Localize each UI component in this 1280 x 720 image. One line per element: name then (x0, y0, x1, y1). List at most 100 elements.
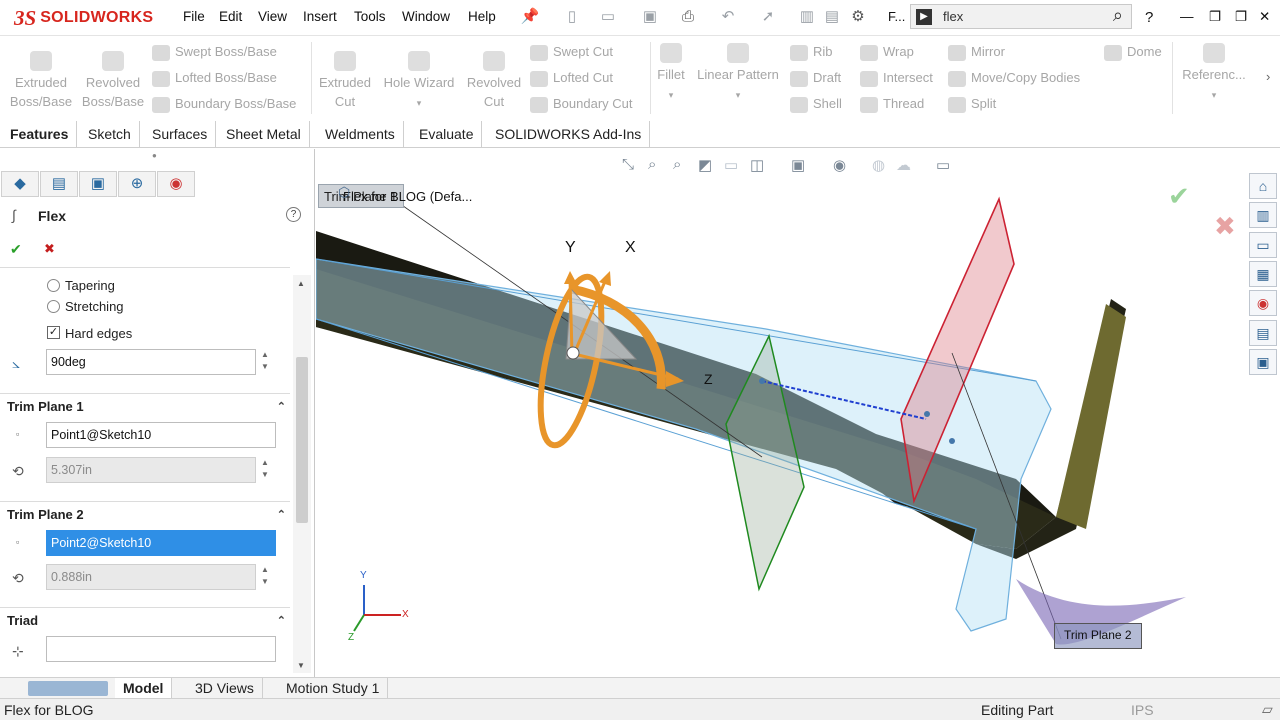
tab-motion-study-1[interactable]: Motion Study 1 (278, 678, 389, 699)
ok-button[interactable]: ✔ (10, 241, 22, 258)
tab-model[interactable]: Model (115, 678, 173, 699)
scrollbar-thumb[interactable] (296, 357, 308, 523)
fillet-dropdown-icon[interactable]: ▾ (669, 90, 674, 100)
panel-grip-icon[interactable]: ● (152, 151, 157, 160)
linear-pattern-dropdown-icon[interactable]: ▾ (736, 90, 741, 100)
zoom-to-area-icon[interactable]: ⌕ (648, 156, 656, 173)
new-document-icon[interactable]: ▯ (562, 8, 582, 26)
menu-file[interactable]: File (183, 9, 205, 24)
solidworks-logo[interactable]: 3S SOLIDWORKS (14, 5, 153, 31)
display-manager-tab-icon[interactable]: ◉ (157, 171, 195, 197)
bend-angle-spinner[interactable]: ▲ ▼ (258, 349, 272, 375)
search-icon[interactable]: ⌕ (1113, 5, 1123, 26)
appearances-icon[interactable]: ◉ (1249, 290, 1277, 316)
help-button[interactable]: ? (1145, 9, 1153, 26)
scroll-down-icon[interactable]: ▼ (297, 661, 305, 670)
restore-doc-button[interactable]: ❐ (1235, 9, 1247, 25)
dynamic-annotation-icon[interactable]: ▭ (724, 156, 738, 174)
ribbon-scroll-right-icon[interactable]: › (1266, 67, 1270, 86)
hard-edges-checkbox[interactable]: ✓ (47, 326, 60, 339)
trim-plane-2-entity-field[interactable]: Point2@Sketch10 (46, 530, 276, 556)
trim-plane-1-header[interactable]: Trim Plane 1 ⌃ (0, 393, 290, 419)
print-icon[interactable]: ⎙ (678, 8, 698, 26)
hole-wizard-dropdown-icon[interactable]: ▾ (417, 98, 422, 108)
extruded-boss-button[interactable]: Extruded Boss/Base (6, 51, 76, 111)
options-gear-icon[interactable]: ⚙ (848, 8, 868, 26)
open-folder-icon[interactable]: ▭ (598, 8, 618, 26)
view-palette-icon[interactable]: ▦ (1249, 261, 1277, 287)
custom-properties-icon[interactable]: ▤ (1249, 320, 1277, 346)
hide-show-items-icon[interactable]: ◉ (833, 156, 846, 174)
dome-button[interactable]: Dome (1104, 42, 1162, 61)
display-style-icon[interactable]: ▣ (791, 156, 805, 174)
boundary-boss-button[interactable]: Boundary Boss/Base (152, 94, 296, 113)
bend-angle-input[interactable]: 90deg (46, 349, 256, 375)
customize-status-icon[interactable]: ▱ (1262, 701, 1273, 718)
triad-selection-field[interactable] (46, 636, 276, 662)
tab-scroll-arrows[interactable] (28, 681, 108, 696)
confirm-cancel-icon[interactable]: ✖ (1214, 211, 1236, 242)
undo-icon[interactable]: ↶ (718, 8, 738, 26)
collapse-chevron-icon[interactable]: ⌃ (277, 608, 286, 634)
confirm-ok-icon[interactable]: ✔ (1168, 181, 1190, 212)
triad-header[interactable]: Triad ⌃ (0, 607, 290, 633)
menu-edit[interactable]: Edit (219, 9, 242, 24)
lofted-boss-button[interactable]: Lofted Boss/Base (152, 68, 277, 87)
extruded-cut-button[interactable]: Extruded Cut (312, 51, 378, 111)
file-properties-icon[interactable]: ▤ (822, 8, 842, 26)
tab-sketch[interactable]: Sketch (80, 121, 140, 147)
trim-plane-2-offset-spinner[interactable]: ▲ ▼ (258, 564, 272, 590)
edit-appearance-icon[interactable]: ◍ (872, 156, 885, 174)
trim-plane-1-offset-input[interactable]: 5.307in (46, 457, 256, 483)
stretching-radio[interactable] (47, 300, 60, 313)
lofted-cut-button[interactable]: Lofted Cut (530, 68, 613, 87)
draft-button[interactable]: Draft (790, 68, 841, 87)
reference-dropdown-icon[interactable]: ▾ (1212, 90, 1217, 100)
search-input[interactable]: flex (943, 9, 963, 24)
search-commands-label[interactable]: F... (888, 9, 905, 24)
dimxpert-tab-icon[interactable]: ⊕ (118, 171, 156, 197)
panel-scrollbar[interactable]: ▲ ▼ (293, 275, 311, 673)
section-view-icon[interactable]: ◩ (698, 156, 712, 174)
swept-boss-button[interactable]: Swept Boss/Base (152, 42, 277, 61)
trim-plane-1-offset-spinner[interactable]: ▲ ▼ (258, 457, 272, 483)
fillet-button[interactable]: Fillet ▾ (652, 43, 690, 105)
minimize-button[interactable]: — (1180, 9, 1194, 24)
menu-help[interactable]: Help (468, 9, 496, 24)
reference-geometry-button[interactable]: Referenc... ▾ (1176, 43, 1252, 105)
tab-3d-views[interactable]: 3D Views (187, 678, 263, 699)
collapse-chevron-icon[interactable]: ⌃ (277, 502, 286, 528)
forum-icon[interactable]: ▣ (1249, 349, 1277, 375)
revolved-cut-button[interactable]: Revolved Cut (461, 51, 527, 111)
collapse-chevron-icon[interactable]: ⌃ (277, 394, 286, 420)
view-orientation-icon[interactable]: ◫ (750, 156, 764, 174)
design-library-icon[interactable]: ▥ (1249, 202, 1277, 228)
menu-view[interactable]: View (258, 9, 287, 24)
search-box[interactable]: ▶ flex ⌕ (910, 4, 1132, 29)
tab-sheet-metal[interactable]: Sheet Metal (218, 121, 310, 147)
save-icon[interactable]: ▣ (640, 8, 660, 26)
select-arrow-icon[interactable]: ➚ (758, 8, 778, 26)
help-icon[interactable]: ? (286, 207, 301, 222)
pin-icon[interactable]: 📌 (520, 8, 540, 26)
cancel-button[interactable]: ✖ (44, 241, 55, 257)
file-explorer-icon[interactable]: ▭ (1249, 232, 1277, 258)
wrap-button[interactable]: Wrap (860, 42, 914, 61)
menu-tools[interactable]: Tools (354, 9, 386, 24)
apply-scene-icon[interactable]: ☁ (896, 156, 911, 174)
close-button[interactable]: ✕ (1259, 9, 1270, 25)
configuration-manager-tab-icon[interactable]: ▣ (79, 171, 117, 197)
view-settings-icon[interactable]: ▭ (936, 156, 950, 174)
previous-view-icon[interactable]: ⌕ (673, 156, 681, 173)
zoom-to-fit-icon[interactable]: ⤡ (622, 156, 634, 173)
revolved-boss-button[interactable]: Revolved Boss/Base (78, 51, 148, 111)
tab-weldments[interactable]: Weldments (317, 121, 404, 147)
feature-manager-tab-icon[interactable]: ◆ (1, 171, 39, 197)
boundary-cut-button[interactable]: Boundary Cut (530, 94, 633, 113)
split-button[interactable]: Split (948, 94, 996, 113)
shell-button[interactable]: Shell (790, 94, 842, 113)
restore-button[interactable]: ❐ (1209, 9, 1221, 25)
property-manager-tab-icon[interactable]: ▤ (40, 171, 78, 197)
swept-cut-button[interactable]: Swept Cut (530, 42, 613, 61)
trim-plane-1-entity-field[interactable]: Point1@Sketch10 (46, 422, 276, 448)
